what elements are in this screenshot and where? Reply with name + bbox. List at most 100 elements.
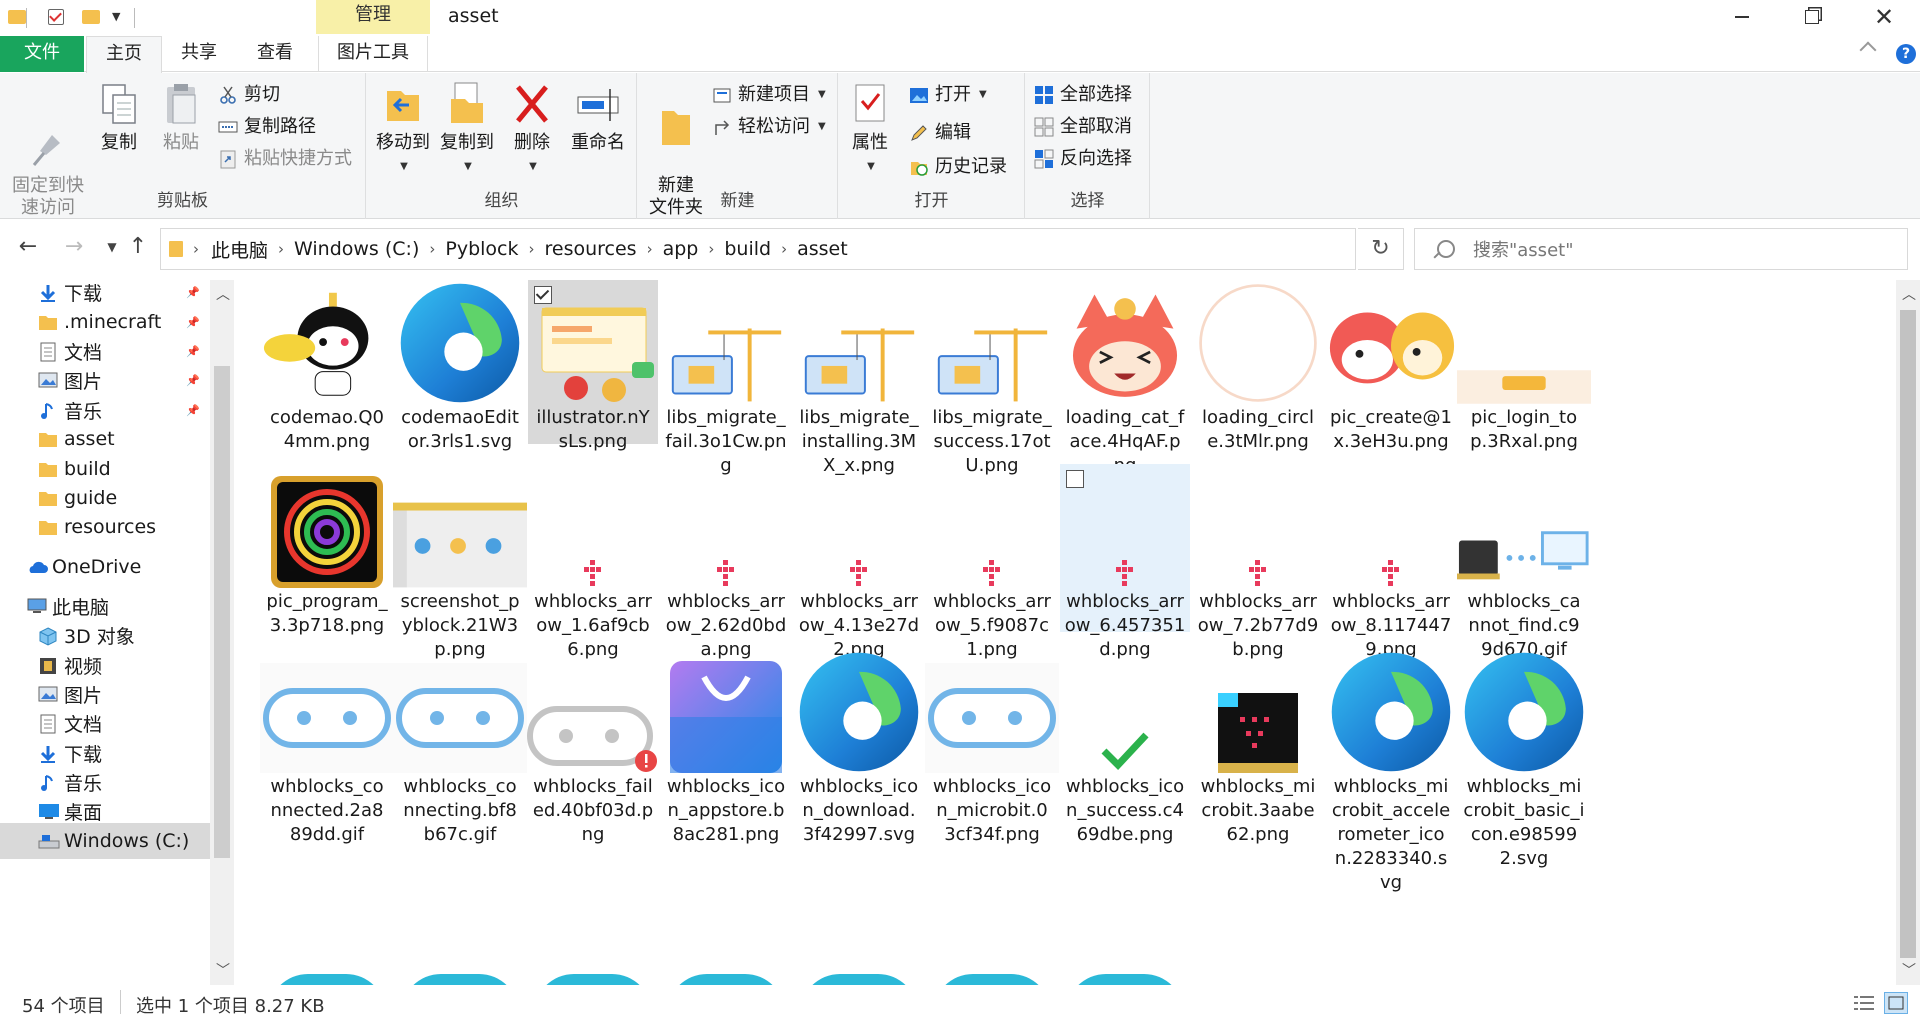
file-item[interactable]: whblocks_arrow_6.457351d.png	[1060, 464, 1190, 660]
chevron-right-icon[interactable]: ›	[781, 240, 787, 258]
tab-home[interactable]: 主页	[86, 36, 162, 73]
cut-button[interactable]: 剪切	[218, 81, 280, 109]
folder-icon[interactable]	[8, 10, 26, 24]
paste-shortcut-button[interactable]: 粘贴快捷方式	[218, 145, 352, 173]
chevron-down-icon[interactable]: ▼	[112, 10, 120, 23]
sidebar-item[interactable]: OneDrive	[0, 549, 210, 585]
chevron-right-icon[interactable]: ›	[429, 240, 435, 258]
file-item[interactable]: whblocks_connected.2a889dd.gif	[260, 649, 394, 847]
breadcrumb-item[interactable]: build ›	[724, 236, 797, 263]
invert-selection-button[interactable]: 反向选择	[1034, 145, 1132, 173]
file-item[interactable]: pic_login_top.3Rxal.png	[1457, 280, 1591, 452]
file-item[interactable]: libs_migrate_fail.3o1Cw.png	[659, 280, 793, 476]
copy-to-button[interactable]: 复制到 ▼	[437, 81, 497, 179]
scroll-up-icon[interactable]: ︿	[1902, 284, 1916, 304]
file-item[interactable]: whblocks_arrow_5.f9087c1.png	[927, 464, 1057, 660]
refresh-icon[interactable]: ↻	[1358, 228, 1404, 270]
scrollbar-thumb[interactable]	[1900, 310, 1916, 958]
breadcrumb-item[interactable]: Windows (C:) ›	[294, 236, 445, 263]
address-bar[interactable]: › 此电脑 › Windows (C:) › Pyblock › resources › app…	[160, 228, 1490, 270]
properties-check-icon[interactable]	[48, 9, 64, 25]
file-item[interactable]: libs_migrate_success.17otU.png	[925, 280, 1059, 476]
file-item[interactable]: libs_migrate_installing.3MX_x.png	[792, 280, 926, 476]
chevron-right-icon[interactable]: ›	[529, 240, 535, 258]
file-item[interactable]: whblocks_failed.40bf03d.png	[527, 649, 658, 847]
tab-share[interactable]: 共享	[166, 36, 232, 72]
scroll-up-icon[interactable]: ︿	[216, 284, 230, 304]
file-item[interactable]: whblocks_arrow_2.62d0bda.png	[661, 464, 791, 660]
breadcrumb-item[interactable]: resources ›	[545, 236, 663, 263]
breadcrumb-item[interactable]: asset	[797, 236, 848, 263]
back-arrow-icon[interactable]: ←	[14, 232, 42, 262]
collapse-ribbon-icon[interactable]	[1859, 41, 1877, 59]
file-item[interactable]: loading_circle.3tMlr.png	[1193, 280, 1323, 452]
file-item[interactable]: whblocks_cannot_find.c99d670.gif	[1457, 464, 1589, 660]
scroll-down-icon[interactable]: ﹀	[1902, 960, 1916, 980]
item-checkbox[interactable]	[1066, 470, 1084, 488]
file-item[interactable]: whblocks_icon_microbit.03cf34f.png	[925, 649, 1059, 847]
search-input[interactable]: 搜索"asset"	[1473, 236, 1573, 262]
delete-button[interactable]: 删除 ▼	[505, 81, 559, 179]
file-item[interactable]: pic_create@1x.3eH3u.png	[1324, 280, 1458, 452]
breadcrumb-item[interactable]: app ›	[663, 236, 725, 263]
file-item[interactable]: whblocks_arrow_4.13e27d2.png	[794, 464, 924, 660]
maximize-button[interactable]	[1784, 0, 1840, 34]
nav-scrollbar[interactable]: ︿ ﹀	[210, 280, 234, 985]
up-arrow-icon[interactable]: ↑	[124, 232, 152, 262]
file-item[interactable]: screenshot_pyblock.21W3p.png	[393, 464, 527, 660]
file-item[interactable]: whblocks_arrow_8.1174479.png	[1326, 464, 1456, 660]
copy-path-button[interactable]: 复制路径	[218, 113, 316, 141]
properties-button[interactable]: 属性 ▼	[843, 81, 897, 179]
select-all-button[interactable]: 全部选择	[1034, 81, 1132, 109]
item-checkbox[interactable]	[534, 286, 552, 304]
sidebar-item[interactable]: resources	[0, 509, 210, 545]
file-item[interactable]: loading_cat_face.4HqAF.png	[1060, 280, 1190, 476]
tab-picture-tools[interactable]: 图片工具	[318, 36, 428, 72]
sidebar-item[interactable]: Windows (C:)	[0, 823, 210, 859]
history-button[interactable]: 历史记录	[909, 153, 1007, 181]
rename-button[interactable]: 重命名	[565, 81, 631, 155]
chevron-right-icon[interactable]: ›	[708, 240, 714, 258]
recent-chevron-down-icon[interactable]: ▼	[98, 232, 126, 262]
tab-view[interactable]: 查看	[242, 36, 308, 72]
file-item[interactable]: whblocks_arrow_7.2b77d9b.png	[1193, 464, 1323, 660]
open-button[interactable]: 打开 ▼	[909, 81, 987, 109]
chevron-right-icon[interactable]: ›	[647, 240, 653, 258]
file-item[interactable]: illustrator.nYsLs.png	[528, 280, 658, 452]
paste-button[interactable]: 粘贴	[154, 81, 208, 155]
easy-access-button[interactable]: 轻松访问 ▼	[712, 113, 826, 141]
file-item[interactable]: whblocks_icon_appstore.b8ac281.png	[661, 649, 791, 847]
large-icons-view-icon[interactable]	[1884, 992, 1908, 1014]
file-item[interactable]: codemao.Q04mm.png	[260, 280, 394, 452]
search-box[interactable]: 搜索"asset"	[1414, 228, 1908, 270]
select-none-button[interactable]: 全部取消	[1034, 113, 1132, 141]
file-item[interactable]: whblocks_microbit.3aabe62.png	[1193, 649, 1323, 847]
breadcrumb-item[interactable]: 此电脑 ›	[211, 236, 294, 263]
file-item[interactable]: codemaoEditor.3rls1.svg	[395, 280, 525, 452]
file-item[interactable]: whblocks_microbit_accelerometer_icon.228…	[1326, 649, 1456, 893]
details-view-icon[interactable]	[1852, 992, 1876, 1014]
breadcrumb-item[interactable]: Pyblock ›	[445, 236, 544, 263]
forward-arrow-icon[interactable]: →	[60, 232, 88, 262]
minimize-button[interactable]	[1714, 0, 1770, 34]
scroll-down-icon[interactable]: ﹀	[216, 960, 230, 980]
new-folder-icon[interactable]	[82, 10, 100, 24]
file-item[interactable]: whblocks_icon_download.3f42997.svg	[794, 649, 924, 847]
file-item[interactable]: whblocks_microbit_basic_icon.e985992.svg	[1459, 649, 1589, 869]
move-to-button[interactable]: 移动到 ▼	[373, 81, 433, 179]
chevron-right-icon[interactable]: ›	[278, 240, 284, 258]
tab-file[interactable]: 文件	[0, 36, 84, 72]
sidebar-item-label: .minecraft	[64, 311, 162, 333]
file-item[interactable]: pic_program_3.3p718.png	[262, 464, 392, 636]
file-item[interactable]: whblocks_arrow_1.6af9cb6.png	[528, 464, 658, 660]
content-scrollbar[interactable]: ︿ ﹀	[1896, 280, 1920, 985]
new-item-button[interactable]: 新建项目 ▼	[712, 81, 826, 109]
scrollbar-thumb[interactable]	[214, 366, 230, 858]
help-icon[interactable]: ?	[1896, 44, 1916, 64]
copy-button[interactable]: 复制	[92, 81, 146, 155]
close-button[interactable]: ✕	[1856, 0, 1912, 34]
manage-tab[interactable]: 管理	[316, 0, 430, 34]
edit-button[interactable]: 编辑	[909, 119, 971, 147]
file-item[interactable]: whblocks_connecting.bf8b67c.gif	[393, 649, 527, 847]
file-item[interactable]: whblocks_icon_success.c469dbe.png	[1060, 649, 1190, 847]
